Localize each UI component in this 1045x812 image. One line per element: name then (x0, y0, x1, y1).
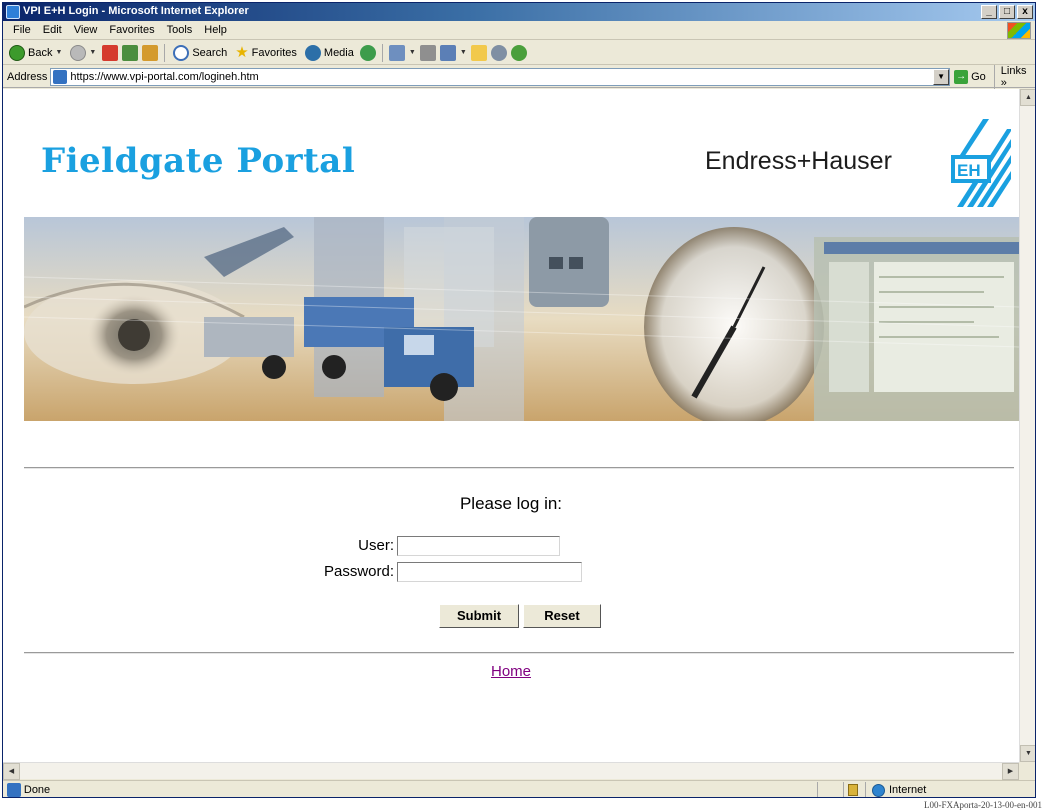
login-prompt: Please log in: (459, 494, 563, 513)
scroll-right-icon[interactable]: ▶ (1002, 763, 1019, 780)
edit-dropdown-icon[interactable]: ▼ (460, 49, 467, 56)
back-arrow-icon (9, 44, 25, 61)
back-dropdown-icon[interactable]: ▼ (55, 49, 62, 56)
security-cell[interactable] (843, 781, 865, 797)
page-icon (53, 69, 68, 84)
toolbar-separator (164, 43, 166, 62)
scroll-down-icon[interactable]: ▼ (1020, 745, 1035, 762)
go-button[interactable]: → Go (954, 69, 986, 84)
back-label: Back (28, 46, 53, 59)
address-input[interactable]: https://www.vpi-portal.com/logineh.htm ▼ (50, 67, 951, 86)
print-icon[interactable] (419, 44, 436, 61)
ie-icon (6, 5, 20, 19)
discuss-icon[interactable] (490, 44, 507, 61)
minimize-button[interactable]: _ (981, 5, 997, 19)
history-icon[interactable] (359, 44, 376, 61)
media-icon (304, 44, 321, 61)
windows-logo-icon (1007, 22, 1031, 39)
vertical-scrollbar[interactable]: ▲ ▼ (1019, 89, 1035, 762)
home-icon[interactable] (142, 44, 159, 61)
mail-icon[interactable] (388, 44, 405, 61)
title-bar[interactable]: VPI E+H Login - Microsoft Internet Explo… (3, 3, 1035, 21)
endress-hauser-logo: EH (951, 119, 1011, 207)
divider-top (24, 467, 1014, 469)
media-button[interactable]: Media (303, 43, 356, 63)
menu-help[interactable]: Help (198, 24, 233, 36)
address-bar: Address https://www.vpi-portal.com/login… (3, 64, 1035, 89)
messenger-icon[interactable] (510, 44, 527, 61)
media-label: Media (323, 46, 354, 59)
favorites-star-icon: ★ (235, 43, 249, 61)
address-dropdown-icon[interactable]: ▼ (933, 68, 950, 85)
search-icon (173, 44, 190, 61)
reset-button[interactable]: Reset (523, 604, 601, 628)
standard-toolbar: Back ▼ ▼ Search ★ Favorites Media ▼ ▼ (3, 41, 1035, 65)
status-cells: Internet (817, 781, 1035, 797)
home-link[interactable]: Home (3, 663, 1019, 680)
password-label: Password: (323, 563, 394, 580)
divider-bottom (24, 652, 1014, 654)
menu-file[interactable]: File (7, 24, 37, 36)
window-controls: _ □ x (981, 5, 1033, 19)
refresh-icon[interactable] (122, 44, 139, 61)
scroll-left-icon[interactable]: ◀ (3, 763, 20, 780)
status-bar: Done Internet (3, 780, 1035, 797)
figure-caption: L00-FXAporta-20-13-00-en-001 (924, 800, 1042, 810)
forward-arrow-icon (70, 44, 87, 61)
mail-dropdown-icon[interactable]: ▼ (409, 49, 416, 56)
status-cell-empty (817, 781, 843, 797)
password-input[interactable] (397, 562, 582, 582)
globe-icon (872, 783, 885, 797)
page-viewport: Fieldgate Portal Endress+Hauser EH Pleas… (3, 89, 1019, 762)
user-label: User: (358, 537, 394, 554)
folder-icon[interactable] (470, 44, 487, 61)
banner-collage (24, 217, 1019, 421)
favorites-label: Favorites (251, 46, 297, 59)
maximize-button[interactable]: □ (999, 5, 1015, 19)
address-url[interactable]: https://www.vpi-portal.com/logineh.htm (70, 71, 258, 83)
status-text: Done (23, 784, 51, 796)
submit-button[interactable]: Submit (439, 604, 519, 628)
stop-icon[interactable] (102, 44, 119, 61)
menu-view[interactable]: View (68, 24, 104, 36)
window-title: VPI E+H Login - Microsoft Internet Explo… (23, 5, 249, 17)
go-label: Go (971, 70, 986, 83)
forward-dropdown-icon[interactable]: ▼ (89, 49, 96, 56)
zone-label: Internet (889, 784, 927, 796)
links-button[interactable]: Links » (993, 64, 1035, 89)
menu-bar: File Edit View Favorites Tools Help (3, 21, 1035, 40)
page-status-icon (7, 783, 21, 797)
scroll-up-icon[interactable]: ▲ (1020, 89, 1035, 106)
svg-text:EH: EH (957, 161, 981, 180)
menu-edit[interactable]: Edit (37, 24, 68, 36)
favorites-button[interactable]: ★ Favorites (233, 43, 299, 63)
brand-name: Endress+Hauser (705, 147, 892, 175)
forward-button[interactable]: ▼ (68, 43, 98, 63)
lock-icon (848, 783, 858, 796)
menu-favorites[interactable]: Favorites (103, 24, 160, 36)
search-label: Search (192, 46, 228, 59)
portal-title: Fieldgate Portal (41, 141, 356, 181)
back-button[interactable]: Back ▼ (7, 43, 64, 63)
security-zone[interactable]: Internet (865, 781, 1035, 797)
go-arrow-icon: → (954, 69, 969, 84)
menu-tools[interactable]: Tools (161, 24, 199, 36)
search-button[interactable]: Search (171, 43, 229, 63)
browser-window: VPI E+H Login - Microsoft Internet Explo… (2, 2, 1036, 798)
scrollbar-corner (1019, 762, 1035, 779)
toolbar-separator (381, 43, 383, 62)
horizontal-scrollbar[interactable]: ◀ ▶ (3, 762, 1019, 780)
address-label: Address (7, 70, 48, 83)
edit-icon[interactable] (439, 44, 456, 61)
user-input[interactable] (397, 536, 560, 556)
close-button[interactable]: x (1017, 5, 1033, 19)
hero-banner-image (24, 217, 1019, 421)
